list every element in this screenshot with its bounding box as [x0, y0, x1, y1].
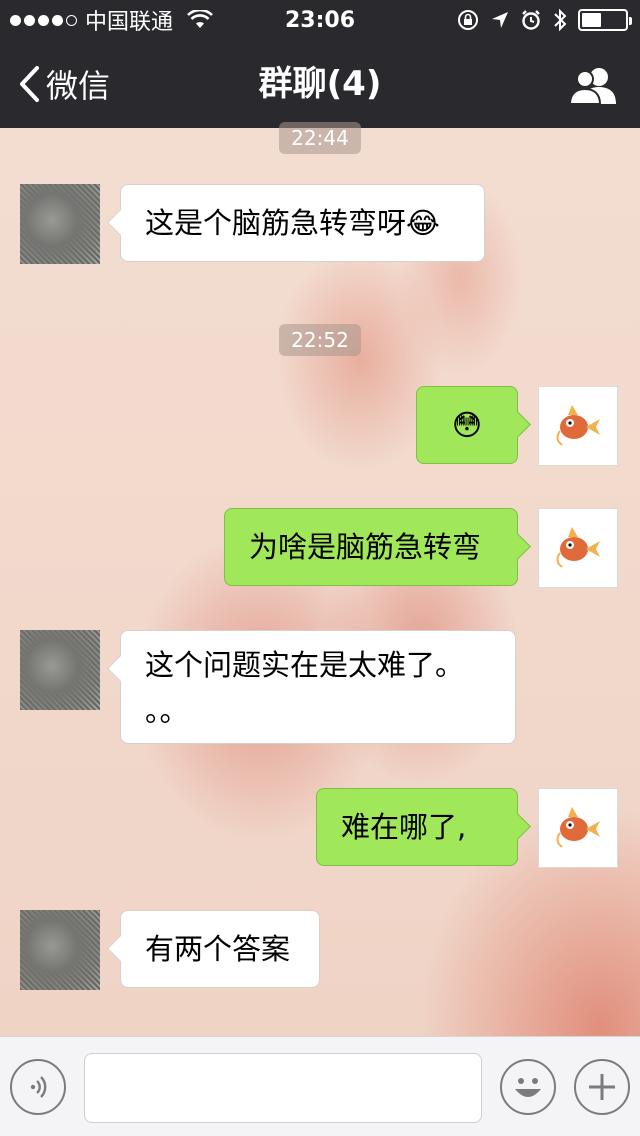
message-bubble-incoming[interactable]: 有两个答案	[120, 910, 320, 988]
chevron-left-icon	[20, 66, 39, 102]
plus-icon	[589, 1074, 615, 1100]
avatar[interactable]	[20, 184, 100, 264]
message-text: 为啥是脑筋急转弯	[249, 530, 482, 564]
fish-avatar-icon	[556, 807, 600, 848]
message-text: 有两个答案	[145, 932, 291, 966]
timestamp: 22:44	[0, 122, 640, 154]
message-text-line-2: 。。	[145, 694, 189, 728]
status-bar: 中国联通 23:06	[0, 0, 640, 40]
emoji-icon	[515, 1078, 541, 1097]
message-bubble-outgoing[interactable]: 😳	[416, 386, 518, 464]
group-members-button[interactable]	[568, 66, 618, 106]
message-bubble-outgoing[interactable]: 为啥是脑筋急转弯	[224, 508, 518, 586]
signal-icon	[10, 14, 77, 26]
message-text: 😳	[451, 408, 483, 442]
location-icon	[492, 12, 508, 28]
voice-button[interactable]	[10, 1059, 66, 1115]
bluetooth-icon	[554, 8, 567, 32]
avatar[interactable]	[538, 508, 618, 588]
orientation-lock-icon	[458, 10, 478, 30]
more-button[interactable]	[574, 1059, 630, 1115]
fish-avatar-icon	[556, 405, 600, 446]
input-bar	[0, 1036, 640, 1136]
message-bubble-outgoing[interactable]: 难在哪了,	[316, 788, 518, 866]
battery-icon	[578, 9, 632, 31]
navigation-bar: 微信 群聊(4)	[0, 40, 640, 128]
message-bubble-incoming[interactable]: 这是个脑筋急转弯呀😂	[120, 184, 485, 262]
back-label: 微信	[46, 67, 111, 105]
battery-level	[582, 13, 601, 27]
fish-avatar-icon	[556, 527, 600, 568]
back-button[interactable]: 微信	[18, 62, 110, 106]
group-members-icon	[568, 68, 616, 105]
voice-icon	[30, 1076, 47, 1098]
emoji-button[interactable]	[500, 1059, 556, 1115]
message-bubble-incoming[interactable]: 这个问题实在是太难了。 。。	[120, 630, 516, 744]
carrier-name: 中国联通	[85, 10, 174, 35]
avatar[interactable]	[538, 788, 618, 868]
message-text: 难在哪了,	[341, 810, 467, 844]
message-text: 这是个脑筋急转弯呀😂	[145, 206, 440, 240]
alarm-icon	[522, 10, 540, 30]
wifi-icon	[187, 10, 213, 28]
message-input[interactable]	[84, 1053, 482, 1123]
avatar[interactable]	[538, 386, 618, 466]
avatar[interactable]	[20, 630, 100, 710]
message-text-line-1: 这个问题实在是太难了。	[145, 648, 465, 682]
timestamp: 22:52	[0, 324, 640, 356]
avatar[interactable]	[20, 910, 100, 990]
